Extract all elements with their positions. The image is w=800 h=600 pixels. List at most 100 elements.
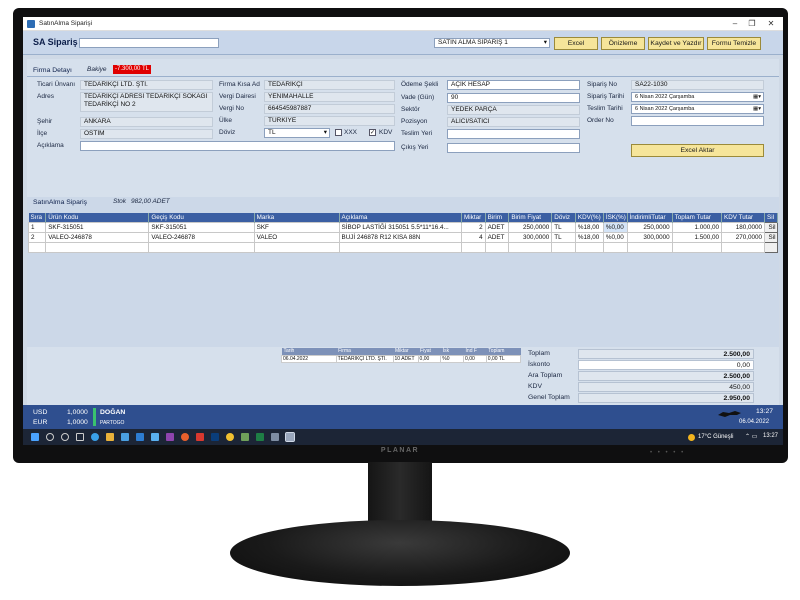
tax-office-field[interactable]: YENİMAHALLE [264, 92, 395, 102]
photoshop-icon[interactable] [211, 433, 219, 441]
maximize-button[interactable]: ❐ [745, 19, 759, 28]
order-no-field[interactable]: SA22-1030 [631, 80, 764, 90]
windows-start-icon[interactable] [31, 433, 39, 441]
calculator-icon[interactable] [271, 433, 279, 441]
currency-cell[interactable]: TL [551, 221, 576, 233]
mail-icon[interactable] [121, 433, 129, 441]
brand-cell[interactable]: SKF [253, 221, 340, 233]
payment-field[interactable]: AÇIK HESAP [447, 80, 580, 90]
cross-code-cell[interactable]: VALEO-246878 [148, 231, 255, 243]
short-name-field[interactable]: TEDARİKÇİ [264, 80, 395, 90]
currency-select[interactable]: TL ▾ [264, 128, 330, 138]
app-icon-green[interactable] [241, 433, 249, 441]
delivery-date-picker[interactable]: 6 Nisan 2022 Çarşamba ▦▾ [631, 104, 764, 114]
trade-name-field[interactable]: TEDARİKÇİ LTD. ŞTİ. [80, 80, 213, 90]
table-row[interactable]: 2 VALEO-246878 VALEO-246878 VALEO BUJİ 2… [27, 231, 778, 243]
form-type-select[interactable]: SATIN ALMA SİPARİŞ 1 ▾ [434, 38, 550, 48]
delete-row-button[interactable]: Sil [764, 231, 778, 243]
unit-cell[interactable]: ADET [484, 231, 510, 243]
quantity-cell[interactable]: 4 [461, 231, 486, 243]
discount-rate-cell[interactable]: %0,00 [602, 231, 628, 243]
brand-cell[interactable]: VALEO [253, 231, 340, 243]
column-header[interactable]: Miktar [461, 213, 486, 222]
task-view-icon[interactable] [76, 433, 84, 441]
column-header[interactable]: Birim [485, 213, 510, 222]
excel-icon[interactable] [256, 433, 264, 441]
user-name: DOĞAN [100, 409, 126, 416]
acrobat-icon[interactable] [196, 433, 204, 441]
exit-place-input[interactable] [447, 143, 580, 153]
quantity-cell[interactable]: 2 [461, 221, 486, 233]
eur-rate: 1,0000 [67, 419, 88, 426]
column-header[interactable]: KDV(%) [575, 213, 604, 222]
position-field[interactable]: ALICI/SATICI [447, 117, 580, 127]
weather-text[interactable]: 17°C Güneşli [698, 434, 733, 440]
description-cell[interactable]: BUJİ 246878 R12 KISA 88N [338, 231, 463, 243]
country-field[interactable]: TÜRKİYE [264, 116, 395, 126]
discount-input[interactable]: 0,00 [578, 360, 754, 370]
address-field[interactable]: TEDARİKÇİ ADRESİ TEDARİKÇİ SOKAĞI TEDARİ… [80, 92, 213, 112]
term-label: Vade (Gün) [401, 94, 435, 101]
column-header[interactable]: Toplam Tutar [672, 213, 723, 222]
preview-button[interactable]: Önizleme [601, 37, 645, 50]
delivery-place-input[interactable] [447, 129, 580, 139]
currency-cell[interactable]: TL [551, 231, 576, 243]
unit-price-cell[interactable]: 300,0000 [508, 231, 553, 243]
city-field[interactable]: ANKARA [80, 117, 213, 127]
visual-studio-icon[interactable] [166, 433, 174, 441]
kdv-rate-cell[interactable]: %18,00 [574, 221, 604, 233]
save-print-button[interactable]: Kaydet ve Yazdır [648, 37, 704, 50]
order-ref-input[interactable] [631, 116, 764, 126]
edge-icon[interactable] [91, 433, 99, 441]
column-header[interactable]: Geçiş Kodu [148, 213, 255, 222]
column-header[interactable]: İndirimliTutar [627, 213, 673, 222]
active-app-icon[interactable] [285, 432, 295, 442]
note-input[interactable] [80, 141, 395, 151]
unit-cell[interactable]: ADET [484, 221, 510, 233]
discount-rate-cell[interactable]: %0,00 [602, 221, 628, 233]
delete-row-button[interactable]: Sil [764, 221, 778, 233]
close-button[interactable]: ✕ [764, 19, 778, 28]
cross-code-cell[interactable]: SKF-315051 [148, 221, 255, 233]
product-code-cell[interactable]: VALEO-246878 [45, 231, 150, 243]
firefox-icon[interactable] [181, 433, 189, 441]
table-row[interactable]: 06.04.2022 TEDARİKÇİ LTD. ŞTİ. 10 ADET 0… [281, 354, 522, 363]
minimize-button[interactable]: – [728, 19, 742, 28]
search-input[interactable] [79, 38, 219, 48]
column-header[interactable]: İSK(%) [603, 213, 628, 222]
description-cell[interactable]: SİBOP LASTİĞİ 315051 5.5*11*16.4... [338, 221, 463, 233]
kdv-rate-cell[interactable]: %18,00 [574, 231, 604, 243]
empty-new-row[interactable] [27, 241, 778, 253]
product-code-cell[interactable]: SKF-315051 [45, 221, 150, 233]
folder-icon[interactable] [106, 433, 114, 441]
kdv-checkbox[interactable]: ✓ [369, 129, 376, 136]
column-header[interactable]: Sıra [28, 213, 47, 222]
column-header[interactable]: Ürün Kodu [45, 213, 150, 222]
taskbar-clock[interactable]: 13:27 [763, 433, 778, 439]
order-date-picker[interactable]: 6 Nisan 2022 Çarşamba ▦▾ [631, 92, 764, 102]
store-icon[interactable] [136, 433, 144, 441]
clear-form-button[interactable]: Formu Temizle [707, 37, 761, 50]
tax-no-field[interactable]: 664545987887 [264, 104, 395, 114]
tray-icons[interactable]: ⌃ ▭ [745, 433, 757, 440]
vscode-icon[interactable] [151, 433, 159, 441]
row-index: 2 [27, 231, 47, 243]
column-header[interactable]: Döviz [551, 213, 576, 222]
unit-price-cell[interactable]: 250,0000 [508, 221, 553, 233]
sector-field[interactable]: YEDEK PARÇA [447, 105, 580, 115]
chrome-icon[interactable] [226, 433, 234, 441]
column-header[interactable]: KDV Tutar [721, 213, 766, 222]
row-index: 1 [27, 221, 47, 233]
column-header[interactable]: Sil [764, 213, 778, 222]
column-header[interactable]: Açıklama [339, 213, 463, 222]
term-input[interactable]: 90 [447, 93, 580, 103]
excel-button[interactable]: Excel [554, 37, 598, 50]
table-row[interactable]: 1 SKF-315051 SKF-315051 SKF SİBOP LASTİĞ… [27, 221, 778, 233]
excel-transfer-button[interactable]: Excel Aktar [631, 144, 764, 157]
column-header[interactable]: Marka [254, 213, 340, 222]
column-header[interactable]: Birim Fiyat [508, 213, 553, 222]
district-field[interactable]: OSTİM [80, 129, 213, 139]
xxx-checkbox[interactable] [335, 129, 342, 136]
search-icon[interactable] [46, 433, 54, 441]
cortana-icon[interactable] [61, 433, 69, 441]
